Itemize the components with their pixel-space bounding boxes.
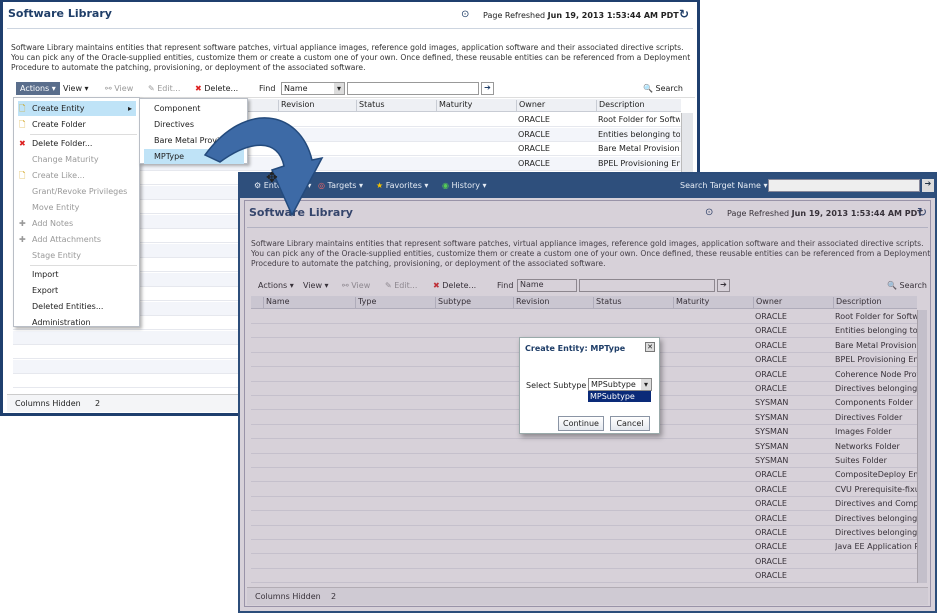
transition-arrow-icon bbox=[203, 117, 324, 217]
cursor-move-icon: ✥ bbox=[266, 170, 278, 186]
